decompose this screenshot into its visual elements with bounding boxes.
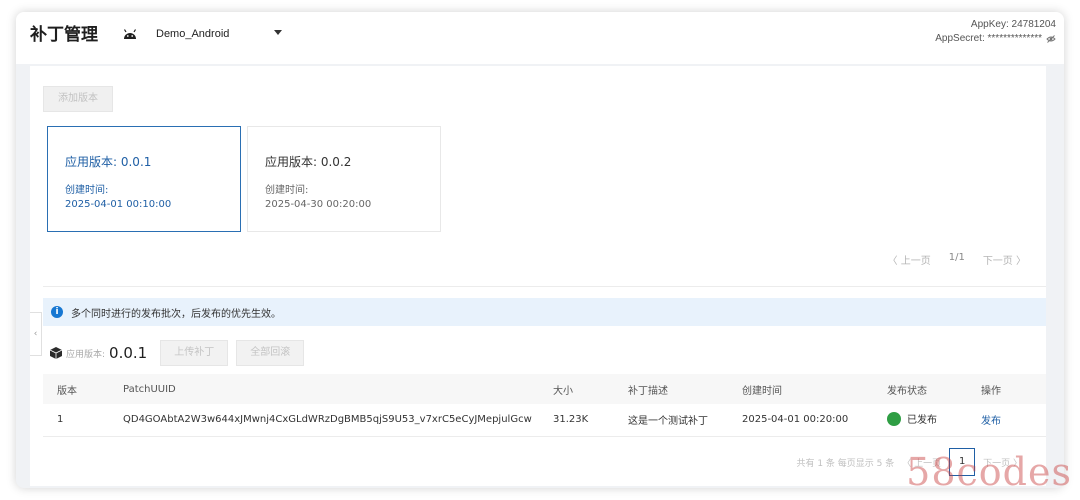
version-card[interactable]: 应用版本: 0.0.1 创建时间: 2025-04-01 00:10:00 [47,126,241,232]
add-version-button[interactable]: 添加版本 [43,86,113,112]
version-card-title: 应用版本: 0.0.1 [65,155,152,169]
version-card-created-label: 创建时间: [65,185,109,196]
cell-status: 已发布 [873,404,967,436]
page-indicator: 1/1 [948,252,965,263]
version-card[interactable]: 应用版本: 0.0.2 创建时间: 2025-04-30 00:20:00 [247,126,441,232]
app-name: Demo_Android [156,28,230,40]
android-icon [123,29,137,39]
cell-action: 发布 [967,404,1046,436]
app-key: AppKey: 24781204 [970,19,1056,30]
rollback-all-button[interactable]: 全部回滚 [236,340,305,366]
info-icon: i [51,306,63,318]
patch-version-label: 应用版本: [66,349,106,360]
patch-table: 版本 PatchUUID 大小 补丁描述 创建时间 发布状态 操作 1 QD4G… [43,374,1046,437]
prev-page-button[interactable]: 〈 上一页 [888,252,931,267]
app-secret: AppSecret: ************** [935,33,1042,44]
divider [43,286,1046,287]
eye-off-icon[interactable] [1046,34,1056,44]
main-content: 添加版本 应用版本: 0.0.1 创建时间: 2025-04-01 00:10:… [30,66,1046,486]
patch-version-value: 0.0.1 [109,344,148,362]
status-text: 已发布 [907,415,937,426]
chevron-down-icon [274,30,282,35]
cell-uuid: QD4GOAbtA2W3w644xJMwnj4CxGLdWRzDgBMB5qjS… [123,414,532,426]
table-header-row: 版本 PatchUUID 大小 补丁描述 创建时间 发布状态 操作 [43,374,1046,404]
column-header: 创建时间 [742,385,782,397]
app-keys: AppKey: 24781204 AppSecret: ************… [935,18,1056,46]
patch-toolbar: 应用版本: 0.0.1 上传补丁 全部回滚 [49,340,305,366]
pager-summary: 共有 1 条 每页显示 5 条 [796,458,895,469]
version-card-created-time: 2025-04-30 00:20:00 [265,199,372,210]
table-row: 1 QD4GOAbtA2W3w644xJMwnj4CxGLdWRzDgBMB5q… [43,404,1046,436]
upload-patch-button[interactable]: 上传补丁 [160,340,229,366]
cell-version: 1 [57,414,64,426]
package-icon [49,347,63,359]
next-page-button[interactable]: 下一页 〉 [983,252,1026,267]
header: 补丁管理 Demo_Android AppKey: 24781204 AppSe… [16,12,1064,64]
version-pager: 〈 上一页 1/1 下一页 〉 [888,252,1026,267]
notice-text: 多个同时进行的发布批次，后发布的优先生效。 [71,308,281,320]
cell-created-time: 2025-04-01 00:20:00 [742,414,849,426]
column-header: 版本 [57,385,77,397]
app-selector[interactable]: Demo_Android [116,22,286,46]
version-card-title: 应用版本: 0.0.2 [265,155,352,169]
cell-size: 31.23K [553,414,589,426]
column-header: PatchUUID [123,383,176,395]
column-header: 补丁描述 [628,385,668,397]
info-notice: i 多个同时进行的发布批次，后发布的优先生效。 [43,298,1046,326]
page-title: 补丁管理 [30,25,98,45]
column-header: 操作 [981,385,1001,397]
app-window: 补丁管理 Demo_Android AppKey: 24781204 AppSe… [16,12,1064,488]
watermark: 58codes [906,450,1072,494]
version-card-created-label: 创建时间: [265,185,309,196]
publish-link[interactable]: 发布 [981,416,1001,427]
cell-description: 这是一个测试补丁 [628,416,708,428]
column-header: 大小 [553,385,573,397]
collapse-sidebar-button[interactable]: ‹ [30,312,42,356]
version-card-created-time: 2025-04-01 00:10:00 [65,199,172,210]
published-status-icon [887,411,901,426]
column-header: 发布状态 [887,385,927,397]
